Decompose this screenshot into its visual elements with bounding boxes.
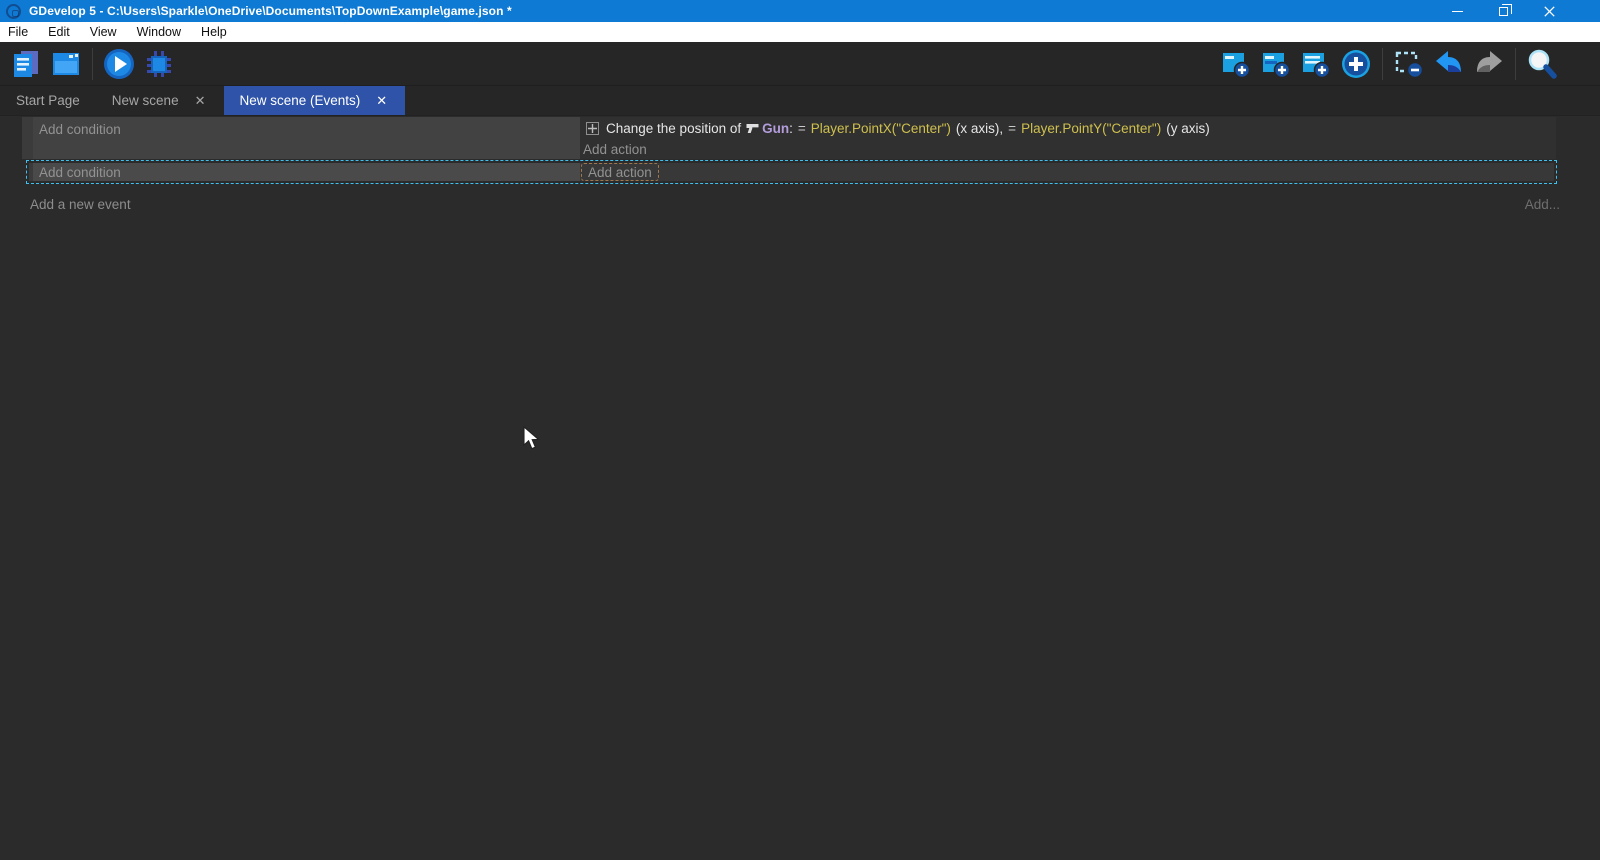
add-subevent-button[interactable] (1258, 46, 1294, 82)
tab-close-icon[interactable]: ✕ (193, 93, 208, 109)
project-manager-button[interactable] (8, 46, 44, 82)
menu-edit[interactable]: Edit (48, 25, 78, 39)
action-text: (x axis), (956, 121, 1003, 136)
action-text: Change the position of (606, 121, 741, 136)
toolbar-separator (1382, 48, 1383, 80)
debug-button[interactable] (141, 46, 177, 82)
object-name: Gun (762, 121, 789, 136)
close-icon (1544, 6, 1555, 17)
project-manager-icon (11, 49, 41, 79)
tab-label: Start Page (16, 93, 80, 108)
search-icon (1526, 48, 1558, 80)
tab-start-page[interactable]: Start Page (0, 86, 96, 115)
menu-help[interactable]: Help (201, 25, 235, 39)
position-action-icon (585, 121, 600, 136)
selected-event-row[interactable]: Add condition Add action (26, 160, 1557, 184)
add-more-link[interactable]: Add... (1525, 197, 1560, 212)
sheet-footer: Add a new event Add... (30, 197, 1560, 212)
events-sheet: Add condition Change the position of Gun… (0, 117, 1600, 860)
add-new-event-link[interactable]: Add a new event (30, 197, 131, 212)
toolbar-separator (1515, 48, 1516, 80)
window-controls (1434, 0, 1600, 22)
minimize-icon (1452, 11, 1463, 12)
undo-icon (1433, 48, 1465, 80)
title-bar: GDevelop 5 - C:\Users\Sparkle\OneDrive\D… (0, 0, 1600, 22)
add-comment-button[interactable] (1298, 46, 1334, 82)
add-subevent-icon (1261, 49, 1291, 79)
toolbar (0, 42, 1600, 86)
delete-selection-icon (1394, 49, 1424, 79)
action-text: (y axis) (1166, 121, 1210, 136)
tab-new-scene[interactable]: New scene ✕ (96, 86, 224, 115)
tab-label: New scene (112, 93, 179, 108)
scene-editor-button[interactable] (48, 46, 84, 82)
event-gutter[interactable] (22, 117, 33, 159)
gdevelop-logo-icon (6, 4, 21, 19)
minimize-button[interactable] (1434, 0, 1480, 22)
delete-selection-button[interactable] (1391, 46, 1427, 82)
close-button[interactable] (1526, 0, 1572, 22)
menu-file[interactable]: File (8, 25, 36, 39)
play-preview-button[interactable] (101, 46, 137, 82)
restore-button[interactable] (1480, 0, 1526, 22)
gun-object-icon (746, 123, 759, 134)
action-text: : (789, 121, 793, 136)
debugger-chip-icon (143, 48, 175, 80)
add-circle-icon (1340, 48, 1372, 80)
scene-window-icon (51, 49, 81, 79)
operator-text: = (798, 121, 806, 136)
redo-icon (1473, 48, 1505, 80)
toolbar-right-group (1216, 46, 1562, 82)
event2-conditions-column[interactable]: Add condition (33, 163, 580, 181)
expression-y: Player.PointY("Center") (1021, 121, 1161, 136)
play-icon (102, 47, 136, 81)
titlebar-spacer (1572, 0, 1600, 22)
add-event-button[interactable] (1218, 46, 1254, 82)
add-action-focused[interactable]: Add action (581, 163, 659, 181)
undo-button[interactable] (1431, 46, 1467, 82)
event1-conditions-column[interactable]: Add condition (33, 117, 580, 159)
tab-bar: Start Page New scene ✕ New scene (Events… (0, 86, 1600, 116)
menu-bar: File Edit View Window Help (0, 22, 1600, 42)
add-event-icon (1221, 49, 1251, 79)
event1-actions-column: Change the position of Gun: = Player.Poi… (580, 117, 1556, 159)
window-title: GDevelop 5 - C:\Users\Sparkle\OneDrive\D… (29, 4, 512, 18)
add-action-link[interactable]: Add action (588, 165, 652, 180)
search-events-button[interactable] (1524, 46, 1560, 82)
add-condition-link[interactable]: Add condition (39, 165, 121, 180)
redo-button[interactable] (1471, 46, 1507, 82)
operator-text: = (1008, 121, 1016, 136)
add-action-row[interactable]: Add action (580, 140, 1556, 159)
expression-x: Player.PointX("Center") (811, 121, 951, 136)
toolbar-separator (92, 48, 93, 80)
event2-actions-column: Add action (580, 163, 1554, 181)
add-comment-icon (1301, 49, 1331, 79)
add-condition-link[interactable]: Add condition (39, 122, 121, 137)
menu-window[interactable]: Window (137, 25, 189, 39)
tab-close-icon[interactable]: ✕ (374, 93, 389, 109)
tab-new-scene-events[interactable]: New scene (Events) ✕ (224, 86, 406, 115)
event-row[interactable]: Add condition Change the position of Gun… (22, 117, 1556, 159)
menu-view[interactable]: View (90, 25, 125, 39)
action-item[interactable]: Change the position of Gun: = Player.Poi… (580, 117, 1556, 140)
tab-label: New scene (Events) (240, 93, 361, 108)
choose-event-button[interactable] (1338, 46, 1374, 82)
add-action-link[interactable]: Add action (583, 142, 647, 157)
restore-icon (1499, 7, 1508, 16)
